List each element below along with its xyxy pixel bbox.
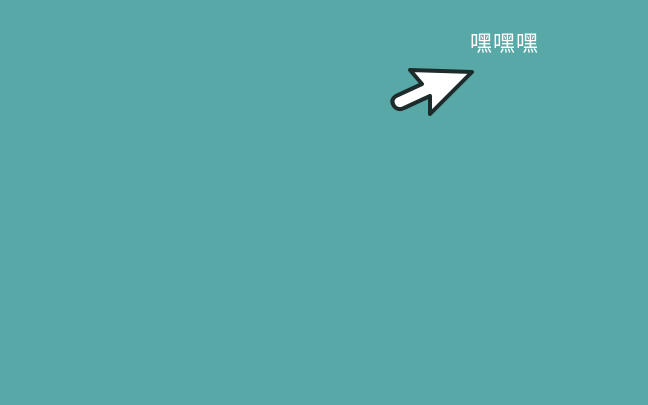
arrow-cursor-icon bbox=[390, 68, 474, 116]
cursor-label: 嘿嘿嘿 bbox=[470, 32, 540, 57]
desktop-background[interactable] bbox=[0, 0, 648, 405]
